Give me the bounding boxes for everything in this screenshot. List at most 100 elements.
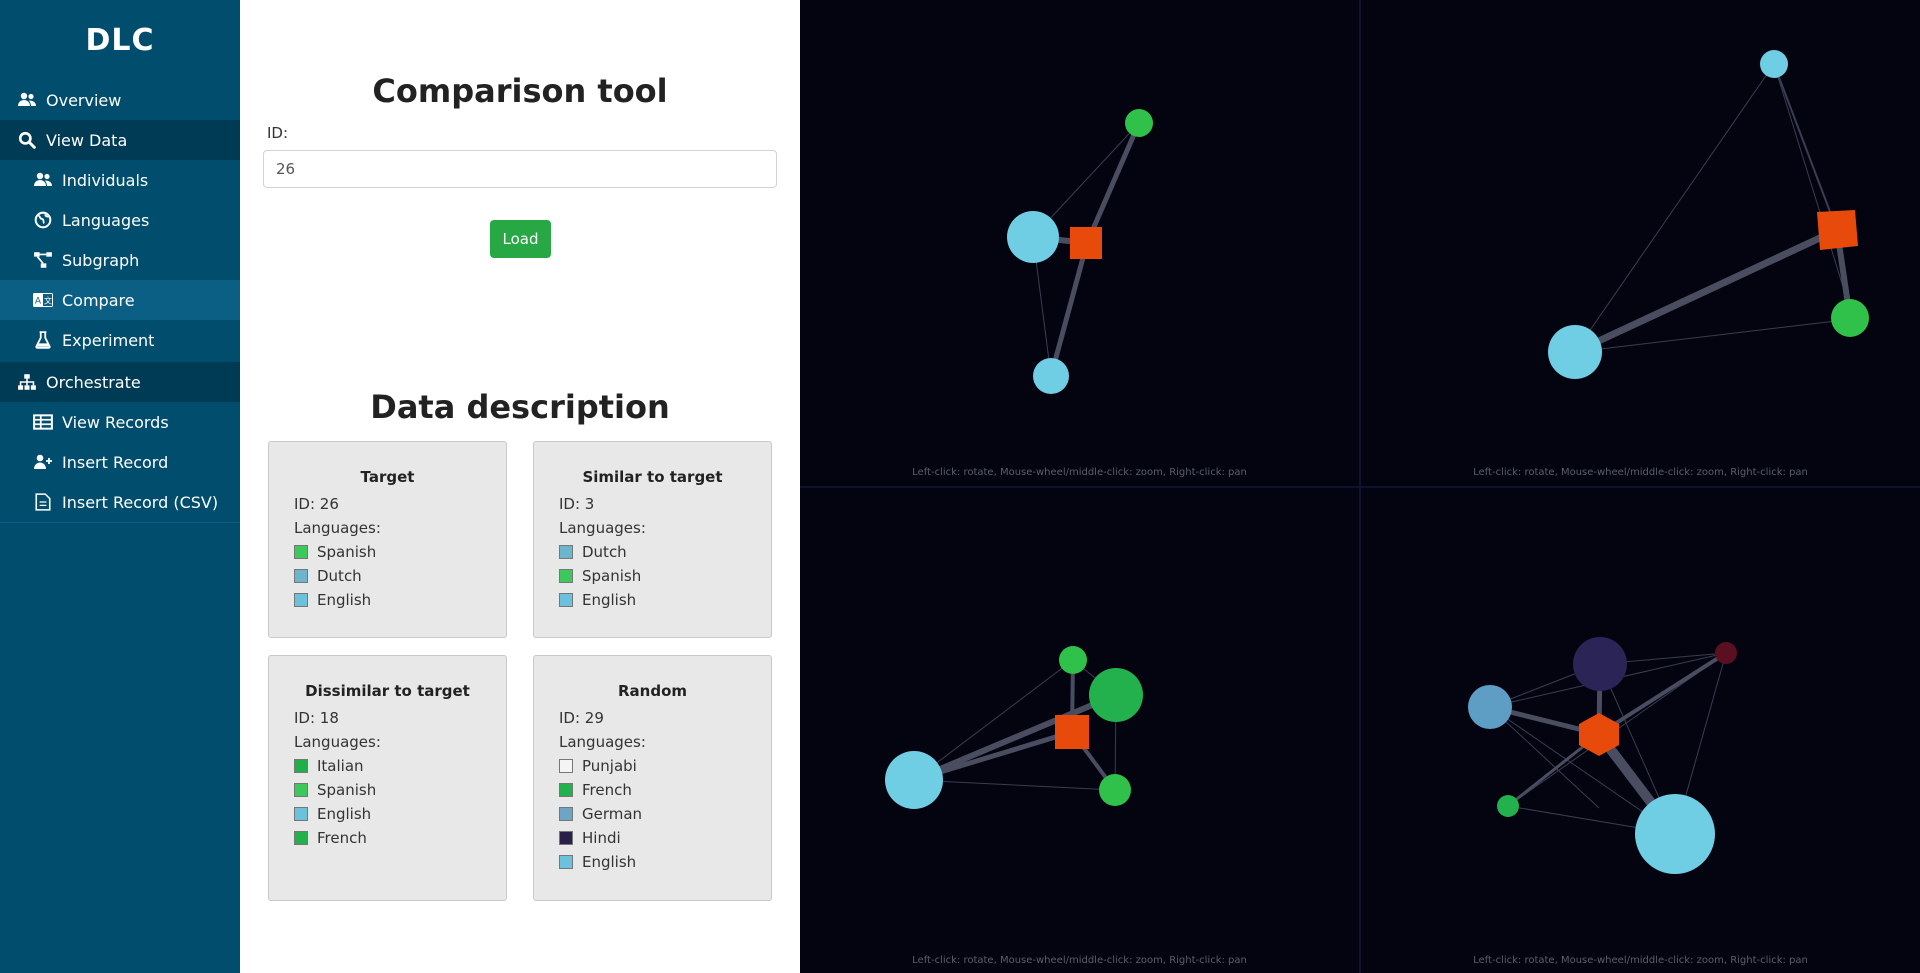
sidebar-item-insert-record-csv[interactable]: Insert Record (CSV)	[0, 482, 240, 522]
language-name: Italian	[317, 757, 364, 775]
graph-canvas[interactable]	[1361, 0, 1920, 486]
id-label: ID:	[267, 124, 289, 142]
sidebar-item-label: Individuals	[62, 170, 149, 190]
card-id-value: 3	[584, 495, 595, 513]
sidebar-item-compare[interactable]: A文 Compare	[0, 280, 240, 320]
svg-text:A: A	[35, 297, 42, 307]
card-id: ID: 3	[559, 492, 771, 516]
graph-hint: Left-click: rotate, Mouse-wheel/middle-c…	[912, 955, 1247, 966]
language-name: Hindi	[582, 829, 621, 847]
card-id: ID: 29	[559, 706, 771, 730]
sidebar-item-label: Orchestrate	[46, 372, 141, 392]
language-color-swatch	[559, 593, 573, 607]
language-name: English	[317, 591, 372, 609]
language-color-swatch	[294, 831, 308, 845]
card-title: Dissimilar to target	[305, 682, 470, 700]
graph-node-spanish[interactable]	[1125, 109, 1153, 137]
app-root: DLC Overview View Data Individuals Langu…	[0, 0, 1920, 973]
graph-node-english[interactable]	[1548, 325, 1602, 379]
users-icon	[16, 91, 38, 109]
graph-node-target[interactable]	[1070, 227, 1102, 259]
svg-text:文: 文	[44, 296, 52, 306]
sidebar-item-overview[interactable]: Overview	[0, 80, 240, 120]
language-color-swatch	[294, 593, 308, 607]
graph-visualization-area[interactable]: Left-click: rotate, Mouse-wheel/middle-c…	[800, 0, 1920, 973]
language-name: German	[582, 805, 643, 823]
card-id-prefix: ID:	[559, 709, 585, 727]
sidebar-divider	[0, 522, 240, 523]
description-card: Similar to target ID: 3 Languages: Dutch Spa…	[533, 441, 772, 638]
graph-canvas[interactable]	[1361, 488, 1920, 973]
graph-node-target[interactable]	[1817, 210, 1858, 250]
graph-node-spanish[interactable]	[1089, 668, 1143, 722]
graph-node-spanish[interactable]	[1831, 299, 1869, 337]
language-item: English	[294, 802, 506, 826]
language-color-swatch	[294, 569, 308, 583]
language-name: Punjabi	[582, 757, 637, 775]
language-icon: A文	[32, 291, 54, 309]
card-languages-label: Languages:	[559, 519, 646, 537]
language-item: Spanish	[294, 778, 506, 802]
language-color-swatch	[294, 545, 308, 559]
card-title: Similar to target	[582, 468, 723, 486]
graph-view-target[interactable]: Left-click: rotate, Mouse-wheel/middle-c…	[800, 0, 1359, 486]
sidebar-item-label: Languages	[62, 210, 150, 230]
language-item: Dutch	[294, 564, 506, 588]
card-id-value: 26	[319, 495, 339, 513]
graph-view-similar[interactable]: Left-click: rotate, Mouse-wheel/middle-c…	[1361, 0, 1920, 486]
graph-view-dissimilar[interactable]: Left-click: rotate, Mouse-wheel/middle-c…	[800, 488, 1359, 973]
sidebar-item-individuals[interactable]: Individuals	[0, 160, 240, 200]
language-name: Dutch	[317, 567, 362, 585]
language-name: Spanish	[582, 567, 642, 585]
file-csv-icon	[32, 493, 54, 511]
card-id-prefix: ID:	[294, 709, 320, 727]
graph-divider-horizontal	[800, 486, 1920, 488]
table-icon	[32, 413, 54, 431]
description-card: Dissimilar to target ID: 18 Languages: Ital…	[268, 655, 507, 901]
flask-icon	[32, 331, 54, 349]
sidebar-item-insert-record[interactable]: Insert Record	[0, 442, 240, 482]
language-item: English	[294, 588, 506, 612]
graph-node-english[interactable]	[885, 751, 943, 809]
graph-node-english[interactable]	[1635, 794, 1715, 874]
graph-node-french[interactable]	[1497, 795, 1519, 817]
comparison-panel: Comparison tool ID: Load Data descriptio…	[240, 0, 800, 973]
language-name: French	[317, 829, 367, 847]
graph-node-punjabi[interactable]	[1715, 642, 1737, 664]
sidebar-item-orchestrate[interactable]: Orchestrate	[0, 362, 240, 402]
card-id-value: 29	[584, 709, 604, 727]
graph-node-french[interactable]	[1099, 774, 1131, 806]
sidebar-item-label: View Records	[62, 412, 169, 432]
graph-node-english[interactable]	[1007, 211, 1059, 263]
graph-node-target[interactable]	[1055, 715, 1089, 749]
language-item: English	[559, 850, 771, 874]
language-item: French	[559, 778, 771, 802]
graph-canvas[interactable]	[800, 488, 1359, 973]
page-title: Comparison tool	[372, 72, 668, 110]
sidebar-item-languages[interactable]: Languages	[0, 200, 240, 240]
graph-node-dutch[interactable]	[1760, 50, 1788, 78]
language-name: English	[582, 591, 637, 609]
sidebar-item-view-records[interactable]: View Records	[0, 402, 240, 442]
graph-node-italian[interactable]	[1059, 646, 1087, 674]
sidebar-item-view-data[interactable]: View Data	[0, 120, 240, 160]
sidebar-item-experiment[interactable]: Experiment	[0, 320, 240, 360]
language-color-swatch	[559, 569, 573, 583]
graph-canvas[interactable]	[800, 0, 1359, 486]
graph-node-german[interactable]	[1468, 685, 1512, 729]
graph-node-hindi[interactable]	[1573, 637, 1627, 691]
sidebar-item-label: Compare	[62, 290, 135, 310]
search-icon	[16, 131, 38, 149]
brand-logo[interactable]: DLC	[0, 0, 240, 80]
language-name: English	[582, 853, 637, 871]
language-color-swatch	[294, 783, 308, 797]
id-input[interactable]	[263, 150, 777, 188]
language-color-swatch	[559, 807, 573, 821]
sidebar-item-subgraph[interactable]: Subgraph	[0, 240, 240, 280]
graph-node-dutch[interactable]	[1033, 358, 1069, 394]
load-button[interactable]: Load	[490, 220, 551, 258]
sidebar-item-label: Experiment	[62, 330, 155, 350]
graph-view-random[interactable]: Left-click: rotate, Mouse-wheel/middle-c…	[1361, 488, 1920, 973]
language-item: Spanish	[294, 540, 506, 564]
description-card: Random ID: 29 Languages: Punjabi French Germa…	[533, 655, 772, 901]
